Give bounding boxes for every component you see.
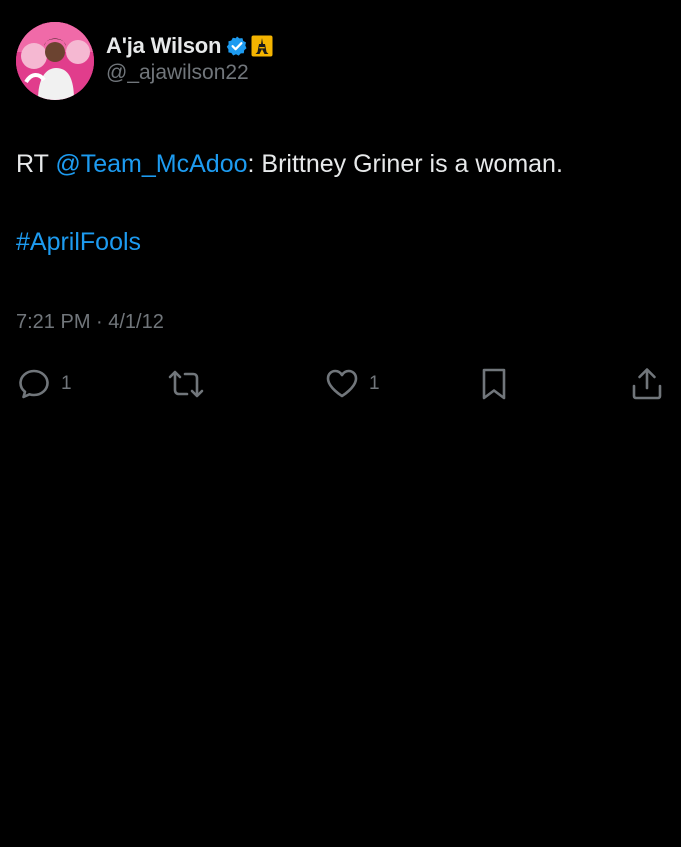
tweet-text: RT @Team_McAdoo: Brittney Griner is a wo…: [16, 146, 666, 260]
share-icon: [632, 368, 662, 400]
avatar-image: [16, 22, 94, 100]
affiliation-badge-icon[interactable]: [251, 35, 273, 57]
mention-link[interactable]: @Team_McAdoo: [55, 150, 247, 178]
action-bar: 1 1: [16, 366, 666, 406]
reply-count: 1: [61, 373, 72, 394]
reply-button[interactable]: 1: [16, 366, 72, 402]
tweet-body: : Brittney Griner is a woman.: [247, 150, 563, 178]
hashtag-link[interactable]: #AprilFools: [16, 228, 141, 256]
tweet-header: A'ja Wilson @_ajawilson22: [16, 22, 273, 102]
bookmark-button[interactable]: [478, 366, 510, 402]
like-count: 1: [369, 373, 380, 394]
author-names: A'ja Wilson @_ajawilson22: [106, 32, 273, 85]
tweet: A'ja Wilson @_ajawilson22 RT @Team_McAdo…: [0, 0, 681, 847]
like-icon: [326, 369, 358, 398]
tweet-timestamp[interactable]: 7:21 PM · 4/1/12: [16, 311, 164, 334]
author-handle[interactable]: @_ajawilson22: [106, 61, 273, 85]
tweet-hashtag-line: #AprilFools: [16, 224, 666, 260]
author-display-name[interactable]: A'ja Wilson: [106, 33, 221, 59]
share-button[interactable]: [630, 366, 664, 402]
tweet-text-line: RT @Team_McAdoo: Brittney Griner is a wo…: [16, 146, 666, 182]
retweet-prefix: RT: [16, 150, 56, 178]
name-row: A'ja Wilson: [106, 32, 273, 60]
verified-badge-icon[interactable]: [226, 35, 248, 57]
bookmark-icon: [482, 368, 506, 400]
like-button[interactable]: 1: [324, 366, 380, 402]
retweet-button[interactable]: [166, 366, 206, 402]
retweet-icon: [168, 370, 204, 398]
reply-icon: [19, 369, 49, 399]
avatar[interactable]: [16, 22, 94, 100]
